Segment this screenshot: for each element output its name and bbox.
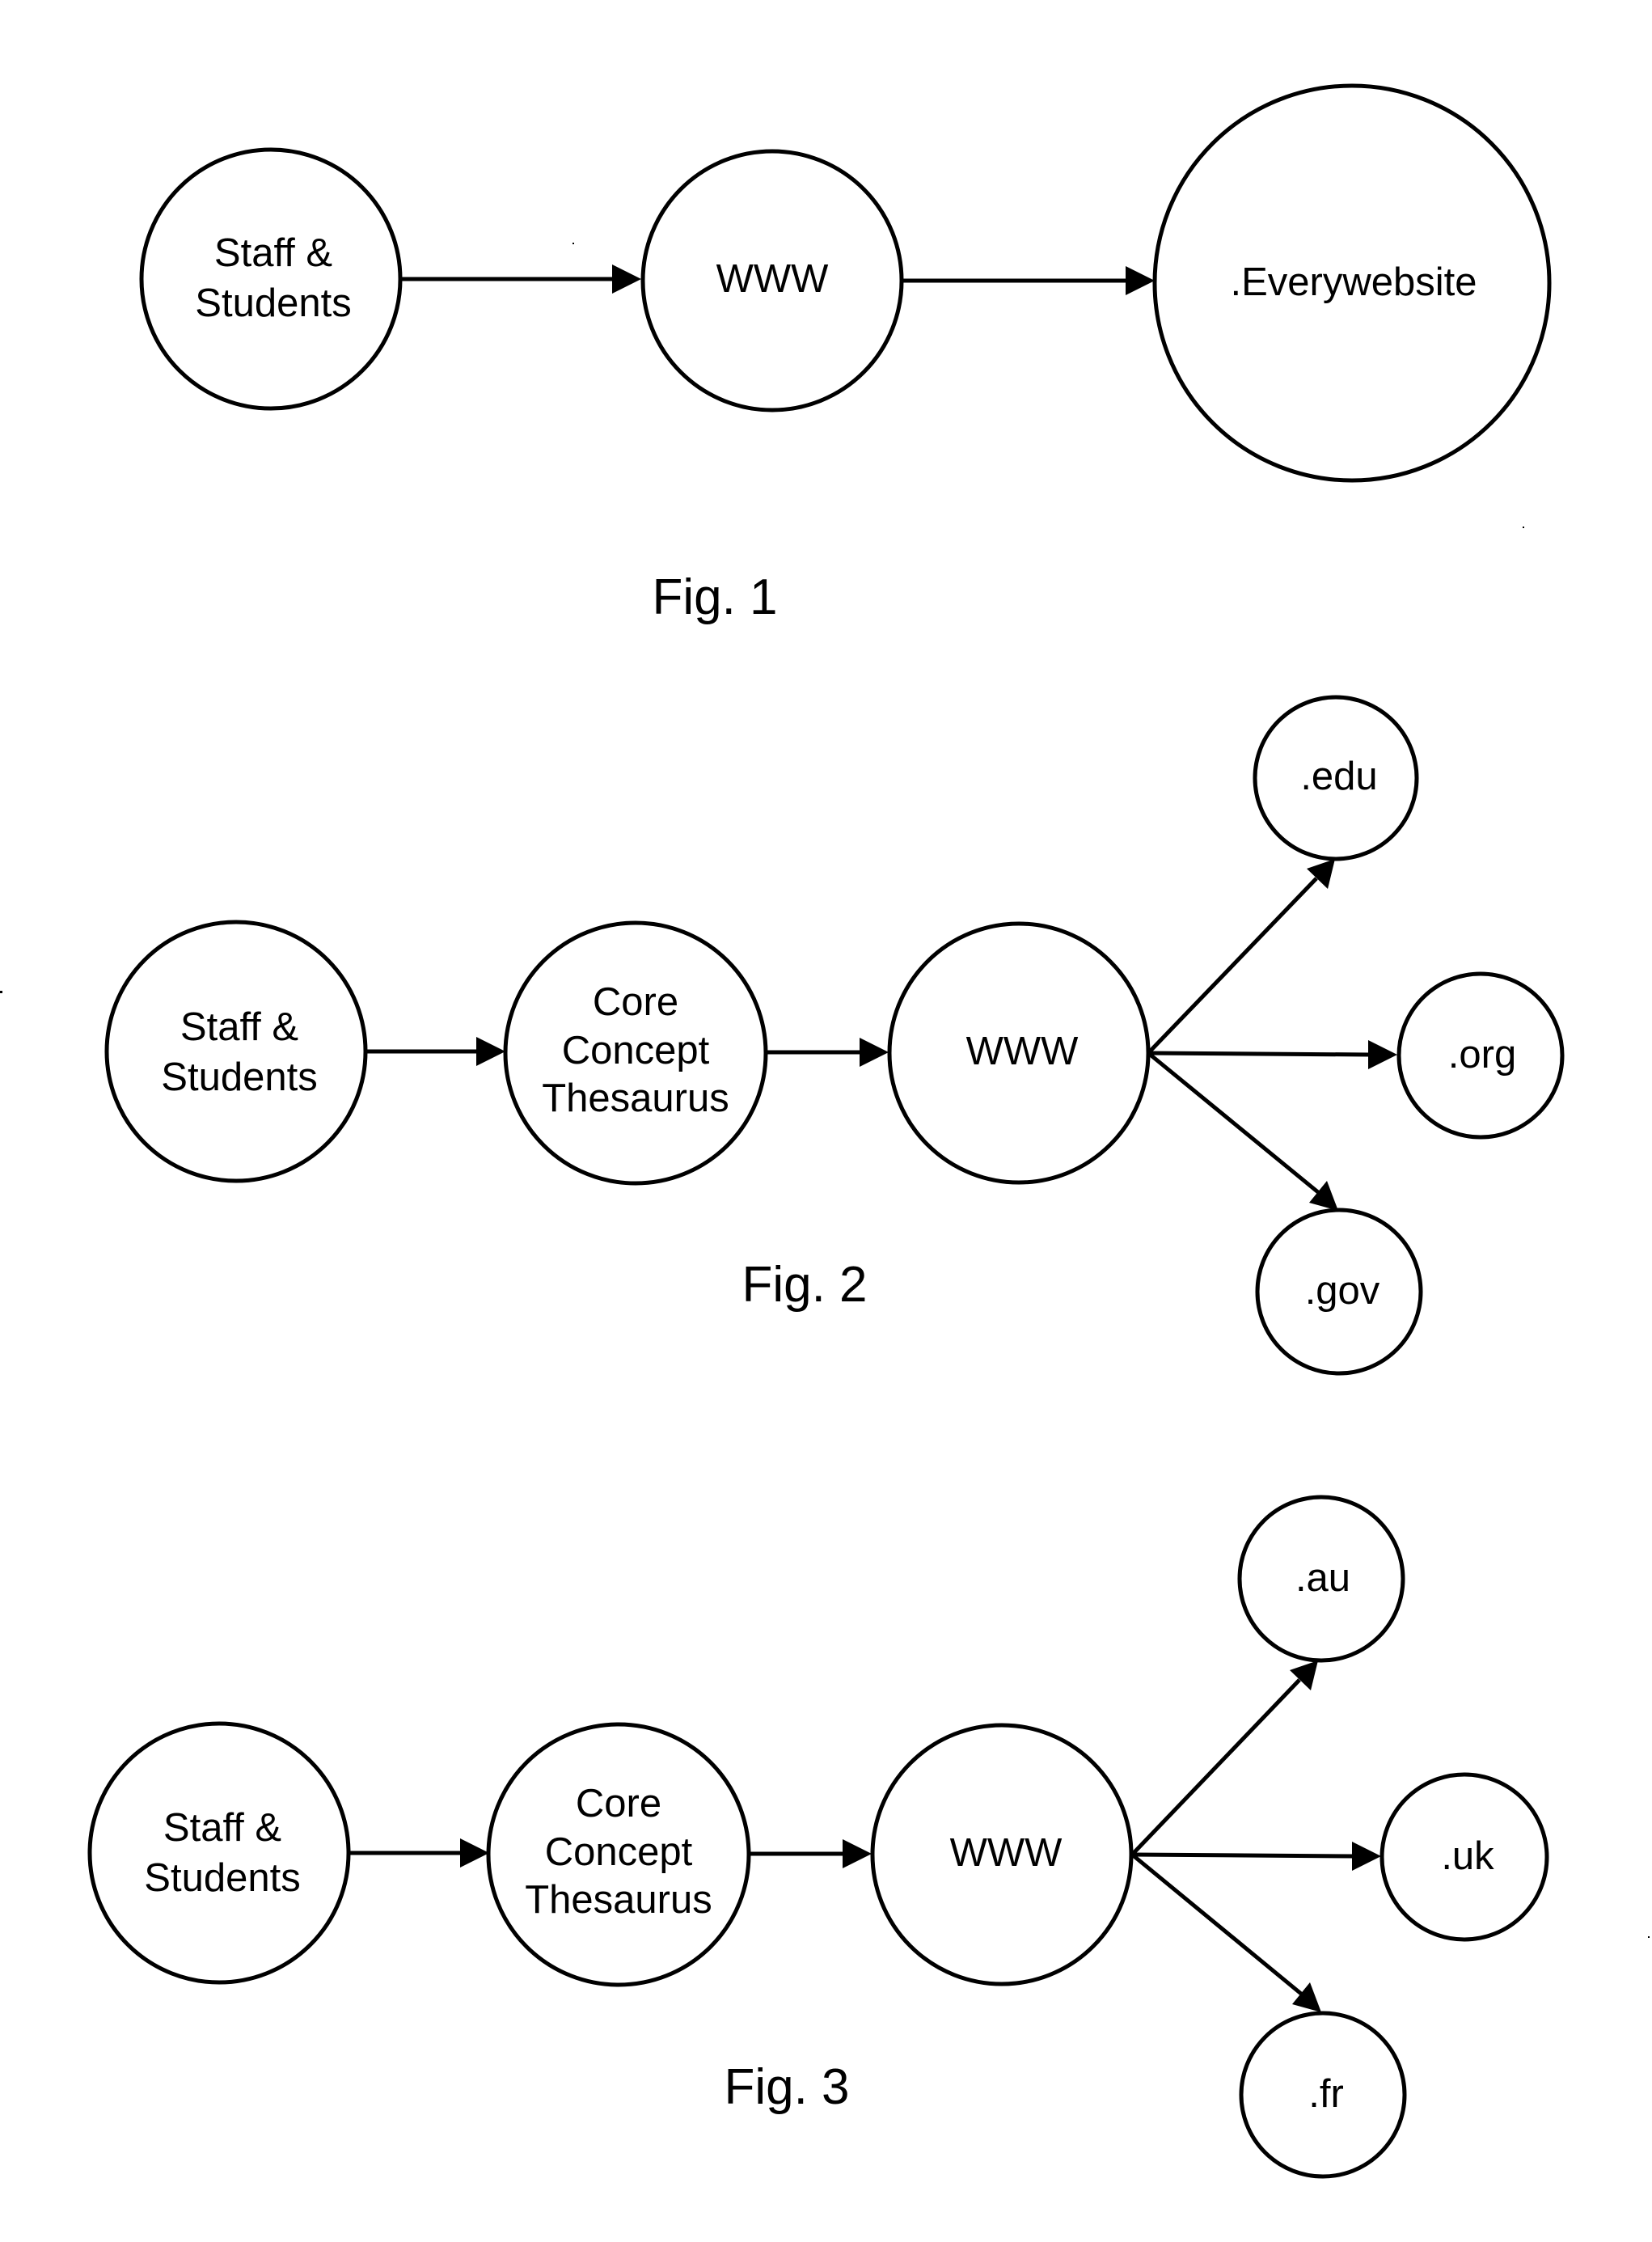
node-org: .org — [1396, 971, 1565, 1140]
patent-drawing-sheet: Staff & Students WWW .Everywebsite Fig. … — [0, 0, 1652, 2242]
figure-caption: Fig. 3 — [724, 2059, 849, 2115]
node-uk: .uk — [1379, 1772, 1549, 1942]
node-everywebsite: .Everywebsite — [1152, 83, 1552, 483]
scan-speck — [1523, 527, 1524, 528]
node-label-line: .uk — [1441, 1834, 1494, 1878]
node-label-line: Students — [161, 1055, 317, 1099]
node-label-line: .au — [1295, 1556, 1350, 1600]
node-staff-students: Staff & Students — [87, 1721, 351, 1985]
scan-speck — [1648, 1936, 1650, 1938]
node-label-line: Core — [593, 980, 678, 1024]
node-label-line: .edu — [1300, 755, 1377, 798]
node-staff-students: Staff & Students — [104, 920, 368, 1183]
node-circle — [104, 920, 368, 1183]
node-label-line: Thesaurus — [525, 1878, 712, 1922]
scan-speck — [0, 991, 2, 993]
node-fr: .fr — [1239, 2011, 1407, 2179]
node-label-line: WWW — [716, 257, 829, 301]
node-www: WWW — [640, 149, 904, 412]
node-core-concept-thesaurus: Core Concept Thesaurus — [486, 1722, 751, 1987]
node-label-line: Staff & — [163, 1806, 281, 1850]
node-label-line: Thesaurus — [542, 1077, 729, 1120]
node-label-line: Core — [576, 1782, 661, 1825]
node-label-line: Concept — [545, 1830, 693, 1874]
node-au: .au — [1237, 1495, 1405, 1663]
edge-line — [1147, 1051, 1371, 1057]
node-gov: .gov — [1255, 1208, 1423, 1376]
edge-line — [1131, 1852, 1354, 1859]
node-label-line: .fr — [1308, 2072, 1344, 2116]
node-label-line: .org — [1448, 1033, 1516, 1077]
node-label-line: Staff & — [180, 1005, 298, 1049]
node-label-line: Concept — [562, 1029, 710, 1072]
scan-speck — [572, 243, 574, 244]
node-www: WWW — [870, 1723, 1134, 1986]
node-circle — [87, 1721, 351, 1985]
node-www: WWW — [887, 921, 1151, 1185]
node-label-line: .Everywebsite — [1230, 260, 1477, 304]
node-label-line: Students — [144, 1856, 300, 1900]
node-core-concept-thesaurus: Core Concept Thesaurus — [503, 920, 768, 1186]
node-edu: .edu — [1253, 695, 1419, 861]
figure-caption: Fig. 2 — [741, 1257, 867, 1313]
node-label-line: Staff & — [214, 231, 332, 275]
node-label-line: .gov — [1305, 1269, 1380, 1313]
node-staff-students: Staff & Students — [139, 147, 403, 411]
node-label-line: WWW — [966, 1030, 1079, 1073]
node-label-line: Students — [195, 281, 351, 325]
node-label-line: WWW — [950, 1831, 1063, 1875]
figure-caption: Fig. 1 — [652, 569, 777, 625]
node-circle — [139, 147, 403, 411]
